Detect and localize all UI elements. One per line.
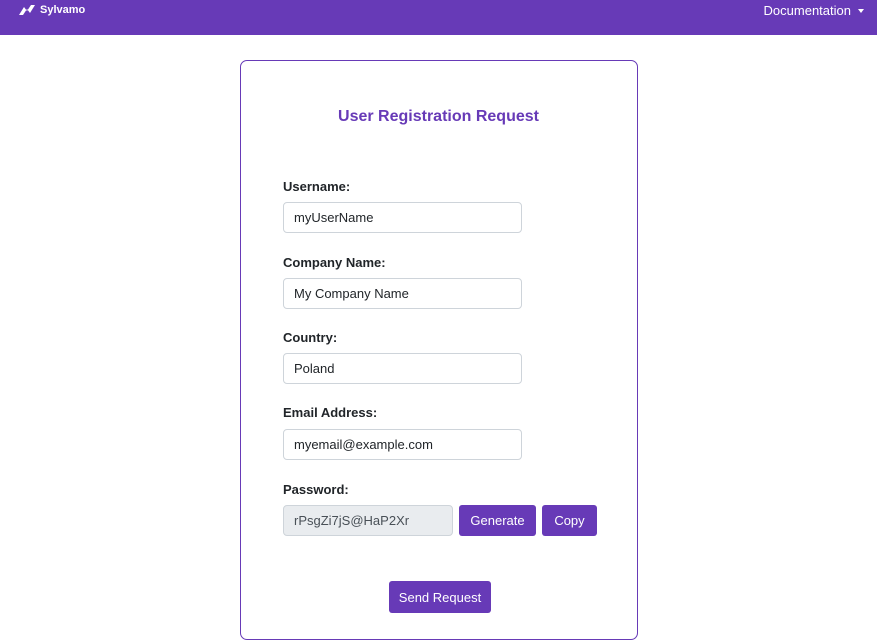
documentation-label: Documentation bbox=[763, 2, 851, 18]
username-input[interactable] bbox=[283, 202, 522, 233]
password-label: Password: bbox=[283, 482, 349, 497]
form-title: User Registration Request bbox=[338, 108, 539, 125]
country-label: Country: bbox=[283, 330, 338, 345]
company-name-label: Company Name: bbox=[283, 255, 386, 270]
password-input[interactable] bbox=[283, 505, 453, 536]
country-input[interactable] bbox=[283, 353, 522, 384]
brand-link[interactable]: Sylvamo bbox=[18, 2, 85, 18]
company-name-input[interactable] bbox=[283, 278, 522, 309]
registration-card bbox=[240, 60, 638, 640]
top-navbar: Sylvamo Documentation bbox=[0, 0, 877, 35]
email-input[interactable] bbox=[283, 429, 522, 460]
caret-down-icon bbox=[858, 8, 864, 13]
username-label: Username: bbox=[283, 179, 351, 194]
send-request-button[interactable]: Send Request bbox=[389, 581, 491, 613]
sylvamo-logo-icon bbox=[19, 5, 35, 15]
copy-button[interactable]: Copy bbox=[542, 505, 597, 536]
email-label: Email Address: bbox=[283, 405, 378, 420]
documentation-dropdown[interactable]: Documentation bbox=[764, 1, 864, 19]
brand-name: Sylvamo bbox=[40, 4, 86, 16]
generate-button[interactable]: Generate bbox=[459, 505, 536, 536]
